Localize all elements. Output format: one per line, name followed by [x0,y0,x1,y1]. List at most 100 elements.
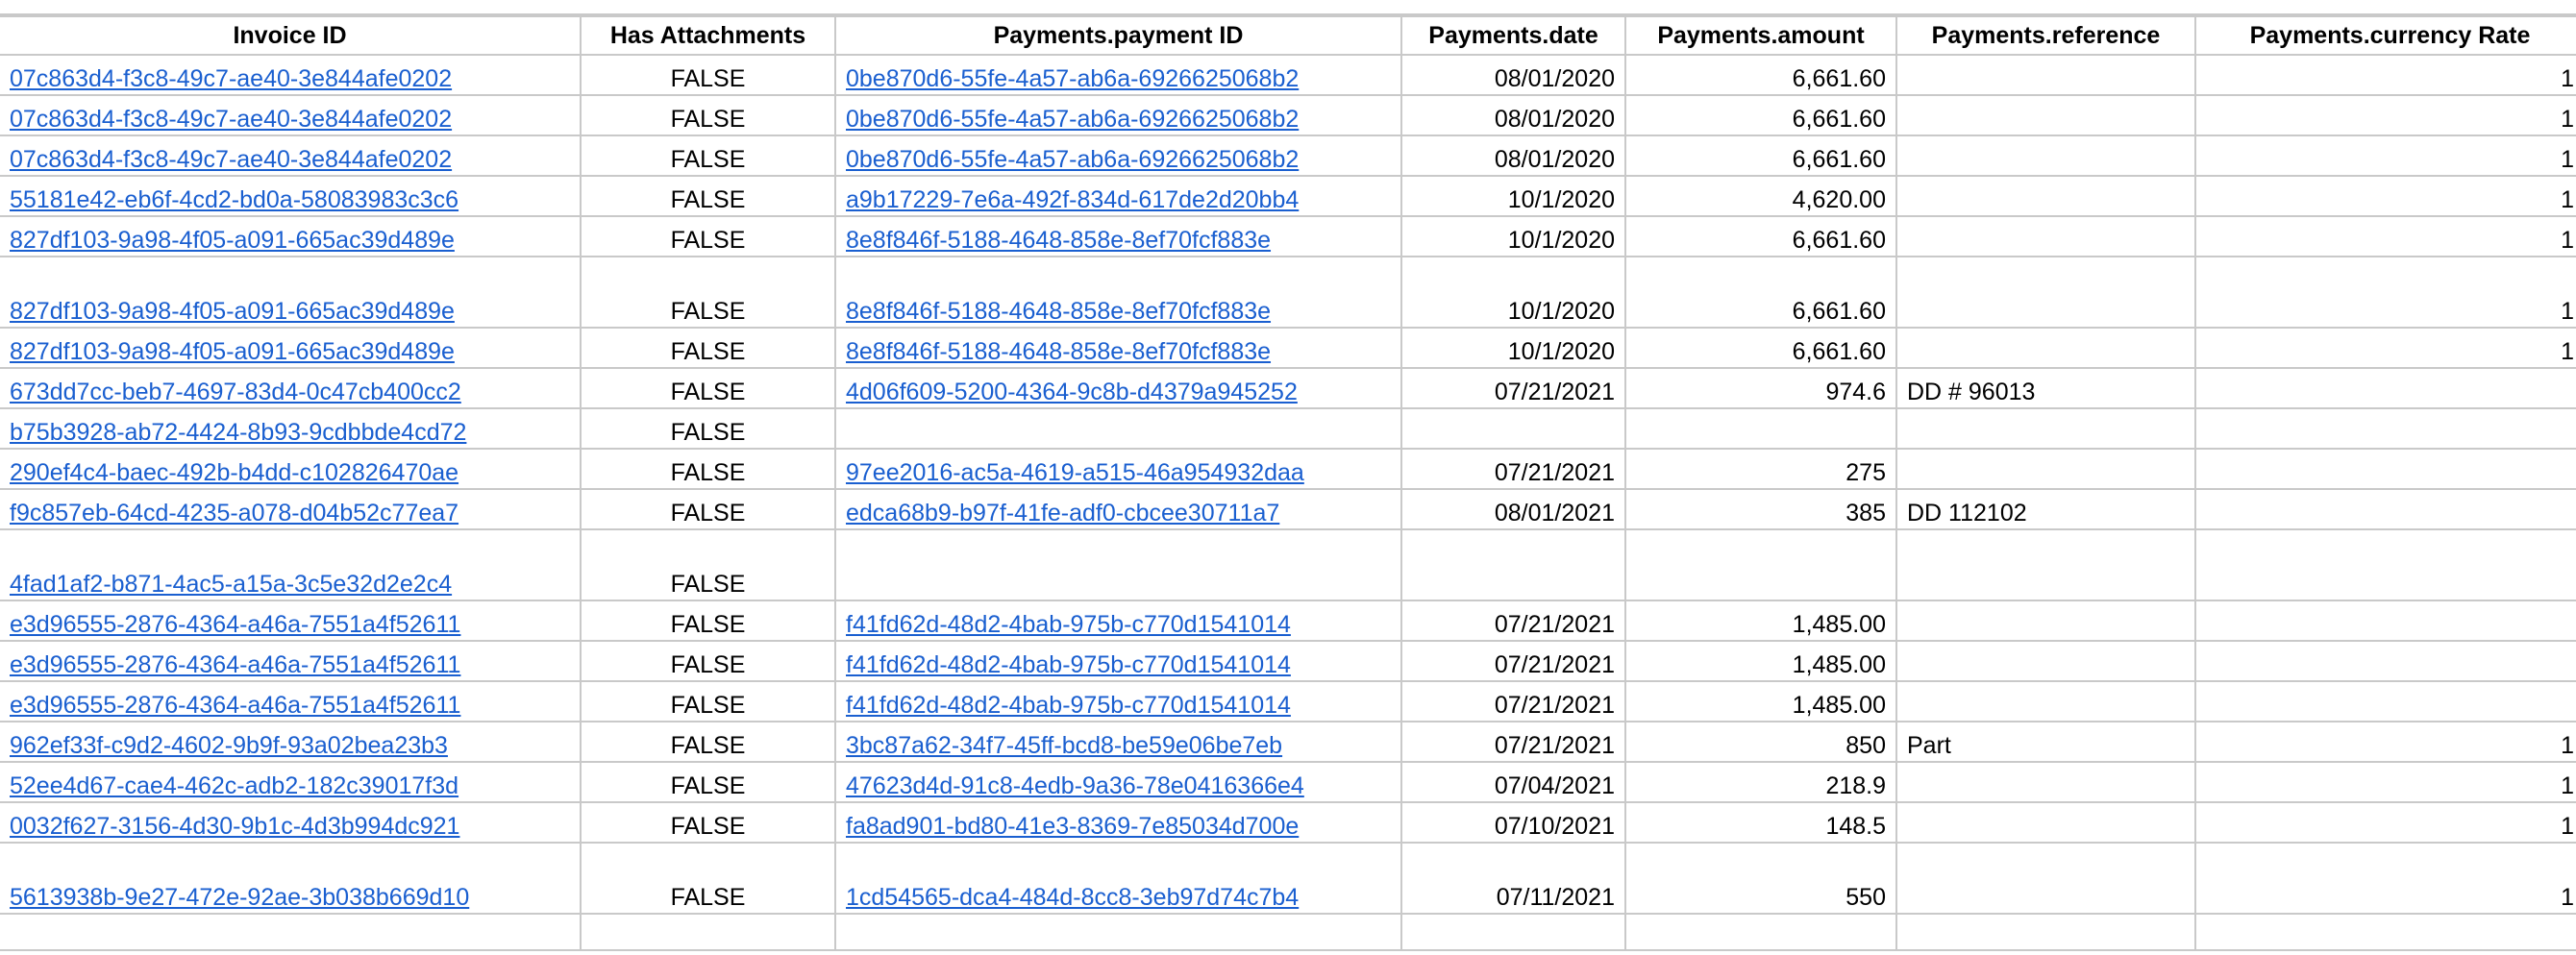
empty-cell[interactable] [0,913,582,951]
invoice-id-link[interactable]: 827df103-9a98-4f05-a091-665ac39d489e [10,298,455,325]
payment-date-cell[interactable]: 07/21/2021 [1400,367,1626,409]
invoice-id-cell[interactable]: 07c863d4-f3c8-49c7-ae40-3e844afe0202 [0,54,582,96]
invoice-id-link[interactable]: 673dd7cc-beb7-4697-83d4-0c47cb400cc2 [10,379,461,405]
payment-amount-cell[interactable]: 1,485.00 [1624,600,1897,642]
has-attachments-cell[interactable]: FALSE [580,135,836,177]
has-attachments-cell[interactable]: FALSE [580,94,836,136]
has-attachments-cell[interactable]: FALSE [580,680,836,722]
payment-id-link[interactable]: 0be870d6-55fe-4a57-ab6a-6926625068b2 [846,146,1299,173]
invoice-id-cell[interactable]: 673dd7cc-beb7-4697-83d4-0c47cb400cc2 [0,367,582,409]
currency-rate-cell[interactable]: 1 [2194,761,2576,803]
payment-reference-cell[interactable] [1895,801,2196,844]
payment-date-cell[interactable]: 07/11/2021 [1400,842,1626,915]
column-header-currency-rate[interactable]: Payments.currency Rate [2194,15,2576,56]
payment-date-cell[interactable] [1400,528,1626,601]
invoice-id-cell[interactable]: e3d96555-2876-4364-a46a-7551a4f52611 [0,640,582,682]
payment-reference-cell[interactable] [1895,256,2196,329]
invoice-id-cell[interactable]: 52ee4d67-cae4-462c-adb2-182c39017f3d [0,761,582,803]
payment-id-link[interactable]: 0be870d6-55fe-4a57-ab6a-6926625068b2 [846,106,1299,133]
payment-date-cell[interactable]: 07/21/2021 [1400,640,1626,682]
currency-rate-cell[interactable]: 1 [2194,54,2576,96]
empty-cell[interactable] [1895,913,2196,951]
invoice-id-cell[interactable]: 5613938b-9e27-472e-92ae-3b038b669d10 [0,842,582,915]
payment-amount-cell[interactable]: 6,661.60 [1624,256,1897,329]
currency-rate-cell[interactable] [2194,407,2576,450]
has-attachments-cell[interactable]: FALSE [580,256,836,329]
payment-amount-cell[interactable]: 6,661.60 [1624,54,1897,96]
payment-amount-cell[interactable]: 385 [1624,488,1897,530]
invoice-id-cell[interactable]: b75b3928-ab72-4424-8b93-9cdbbde4cd72 [0,407,582,450]
payment-reference-cell[interactable]: DD # 96013 [1895,367,2196,409]
invoice-id-link[interactable]: 827df103-9a98-4f05-a091-665ac39d489e [10,227,455,254]
payment-reference-cell[interactable] [1895,327,2196,369]
payment-date-cell[interactable]: 07/21/2021 [1400,721,1626,763]
empty-cell[interactable] [1400,913,1626,951]
invoice-id-link[interactable]: 07c863d4-f3c8-49c7-ae40-3e844afe0202 [10,65,452,92]
invoice-id-cell[interactable]: 962ef33f-c9d2-4602-9b9f-93a02bea23b3 [0,721,582,763]
invoice-id-link[interactable]: 55181e42-eb6f-4cd2-bd0a-58083983c3c6 [10,186,458,213]
payment-id-cell[interactable]: f41fd62d-48d2-4bab-975b-c770d1541014 [834,680,1402,722]
payment-amount-cell[interactable] [1624,407,1897,450]
payment-reference-cell[interactable] [1895,842,2196,915]
payment-id-link[interactable]: 8e8f846f-5188-4648-858e-8ef70fcf883e [846,338,1271,365]
payment-date-cell[interactable]: 07/21/2021 [1400,448,1626,490]
payment-id-cell[interactable]: 0be870d6-55fe-4a57-ab6a-6926625068b2 [834,135,1402,177]
invoice-id-link[interactable]: 07c863d4-f3c8-49c7-ae40-3e844afe0202 [10,146,452,173]
payment-id-cell[interactable]: 97ee2016-ac5a-4619-a515-46a954932daa [834,448,1402,490]
column-header-invoice-id[interactable]: Invoice ID [0,15,582,56]
payment-id-cell[interactable]: edca68b9-b97f-41fe-adf0-cbcee30711a7 [834,488,1402,530]
currency-rate-cell[interactable]: 1 [2194,842,2576,915]
has-attachments-cell[interactable]: FALSE [580,488,836,530]
invoice-id-link[interactable]: e3d96555-2876-4364-a46a-7551a4f52611 [10,692,460,719]
currency-rate-cell[interactable]: 1 [2194,175,2576,217]
payment-reference-cell[interactable] [1895,215,2196,257]
invoice-id-link[interactable]: 07c863d4-f3c8-49c7-ae40-3e844afe0202 [10,106,452,133]
currency-rate-cell[interactable] [2194,680,2576,722]
invoice-id-cell[interactable]: 827df103-9a98-4f05-a091-665ac39d489e [0,327,582,369]
payment-id-cell[interactable] [834,407,1402,450]
payment-amount-cell[interactable]: 148.5 [1624,801,1897,844]
column-header-has-attachments[interactable]: Has Attachments [580,15,836,56]
payment-date-cell[interactable]: 10/1/2020 [1400,175,1626,217]
has-attachments-cell[interactable]: FALSE [580,327,836,369]
column-header-payment-date[interactable]: Payments.date [1400,15,1626,56]
payment-id-link[interactable]: 1cd54565-dca4-484d-8cc8-3eb97d74c7b4 [846,884,1299,911]
payment-date-cell[interactable]: 10/1/2020 [1400,215,1626,257]
empty-cell[interactable] [1624,913,1897,951]
payment-amount-cell[interactable]: 218.9 [1624,761,1897,803]
payment-date-cell[interactable]: 07/21/2021 [1400,600,1626,642]
payment-reference-cell[interactable] [1895,600,2196,642]
invoice-id-cell[interactable]: 827df103-9a98-4f05-a091-665ac39d489e [0,215,582,257]
payment-date-cell[interactable]: 07/04/2021 [1400,761,1626,803]
currency-rate-cell[interactable] [2194,367,2576,409]
currency-rate-cell[interactable]: 1 [2194,327,2576,369]
currency-rate-cell[interactable] [2194,640,2576,682]
payment-id-cell[interactable]: f41fd62d-48d2-4bab-975b-c770d1541014 [834,600,1402,642]
has-attachments-cell[interactable]: FALSE [580,215,836,257]
payment-id-cell[interactable]: 8e8f846f-5188-4648-858e-8ef70fcf883e [834,215,1402,257]
payment-date-cell[interactable]: 08/01/2021 [1400,488,1626,530]
payment-date-cell[interactable]: 08/01/2020 [1400,135,1626,177]
payment-id-link[interactable]: 8e8f846f-5188-4648-858e-8ef70fcf883e [846,298,1271,325]
payment-id-cell[interactable]: f41fd62d-48d2-4bab-975b-c770d1541014 [834,640,1402,682]
column-header-payment-amount[interactable]: Payments.amount [1624,15,1897,56]
payment-amount-cell[interactable]: 4,620.00 [1624,175,1897,217]
payment-id-cell[interactable]: 8e8f846f-5188-4648-858e-8ef70fcf883e [834,327,1402,369]
invoice-id-cell[interactable]: 0032f627-3156-4d30-9b1c-4d3b994dc921 [0,801,582,844]
payment-reference-cell[interactable] [1895,407,2196,450]
payment-amount-cell[interactable]: 550 [1624,842,1897,915]
invoice-id-link[interactable]: 290ef4c4-baec-492b-b4dd-c102826470ae [10,459,458,486]
currency-rate-cell[interactable]: 1 [2194,135,2576,177]
payment-id-link[interactable]: f41fd62d-48d2-4bab-975b-c770d1541014 [846,651,1291,678]
payment-reference-cell[interactable] [1895,175,2196,217]
payment-id-cell[interactable] [834,528,1402,601]
payment-id-cell[interactable]: 0be870d6-55fe-4a57-ab6a-6926625068b2 [834,94,1402,136]
payment-id-cell[interactable]: 1cd54565-dca4-484d-8cc8-3eb97d74c7b4 [834,842,1402,915]
payment-reference-cell[interactable] [1895,761,2196,803]
invoice-id-link[interactable]: 827df103-9a98-4f05-a091-665ac39d489e [10,338,455,365]
column-header-payment-id[interactable]: Payments.payment ID [834,15,1402,56]
payment-date-cell[interactable]: 08/01/2020 [1400,54,1626,96]
invoice-id-link[interactable]: e3d96555-2876-4364-a46a-7551a4f52611 [10,611,460,638]
payment-amount-cell[interactable]: 6,661.60 [1624,215,1897,257]
has-attachments-cell[interactable]: FALSE [580,448,836,490]
